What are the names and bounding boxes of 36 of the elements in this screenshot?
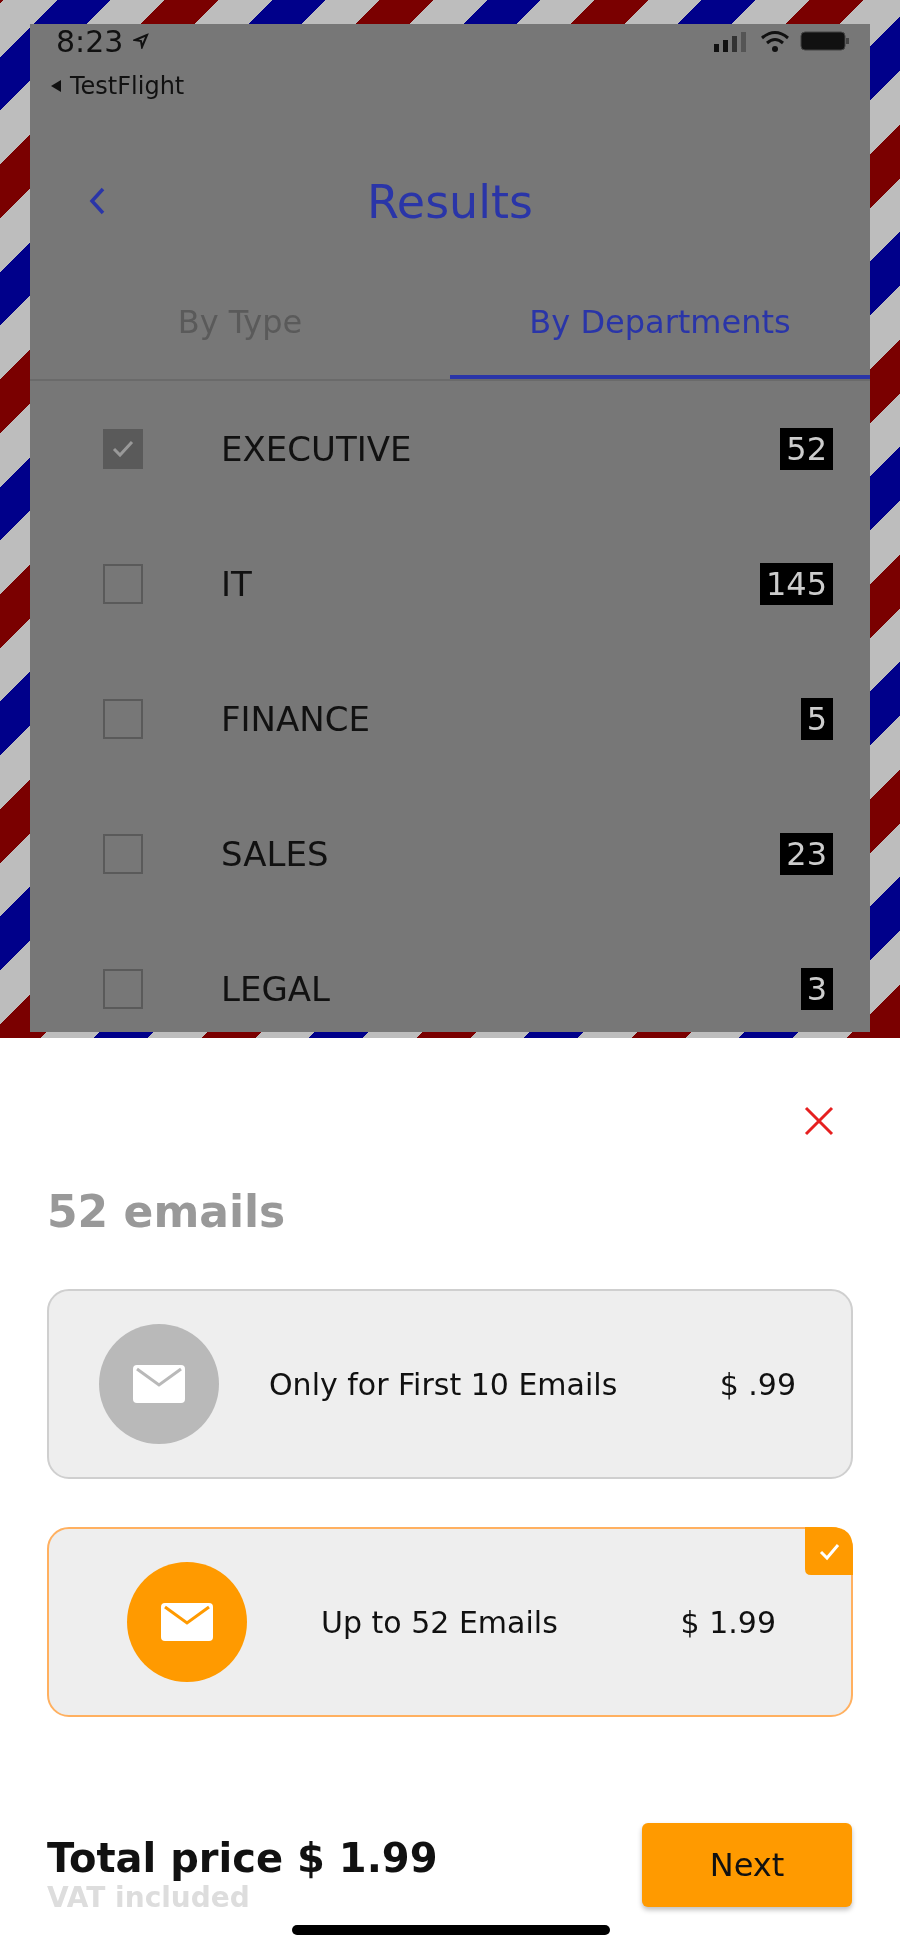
location-arrow-icon xyxy=(133,33,150,49)
option-price: $ 1.99 xyxy=(680,1604,776,1640)
checkbox[interactable] xyxy=(103,698,143,739)
count-badge: 52 xyxy=(780,427,833,470)
envelope-icon xyxy=(133,1365,185,1403)
count-badge: 23 xyxy=(780,832,833,875)
checkbox[interactable] xyxy=(103,833,143,874)
wifi-icon xyxy=(760,30,790,52)
sheet-title: 52 emails xyxy=(47,1186,287,1237)
department-name: FINANCE xyxy=(221,698,371,739)
option-label: Only for First 10 Emails xyxy=(269,1366,619,1402)
checkbox[interactable] xyxy=(103,968,143,1009)
checkbox[interactable] xyxy=(103,428,143,469)
close-icon[interactable] xyxy=(802,1104,836,1138)
envelope-icon xyxy=(161,1603,213,1641)
status-time: 8:23 xyxy=(56,23,124,59)
count-badge: 3 xyxy=(800,967,833,1010)
count-badge: 145 xyxy=(759,562,833,605)
option-price: $ .99 xyxy=(719,1366,796,1402)
back-triangle-icon xyxy=(50,79,62,93)
checkbox[interactable] xyxy=(103,563,143,604)
back-icon[interactable] xyxy=(88,186,106,216)
department-name: SALES xyxy=(221,833,330,874)
screen-title: Results xyxy=(366,174,534,229)
department-name: EXECUTIVE xyxy=(221,428,413,469)
check-badge-icon xyxy=(805,1527,853,1575)
total-price: Total price $ 1.99 xyxy=(47,1835,438,1881)
plan-option[interactable]: Up to 52 Emails $ 1.99 xyxy=(47,1527,853,1717)
department-name: IT xyxy=(221,563,253,604)
count-badge: 5 xyxy=(800,697,833,740)
battery-icon xyxy=(800,30,850,52)
back-to-app-link[interactable]: TestFlight xyxy=(50,72,185,100)
next-button[interactable]: Next xyxy=(642,1823,852,1907)
option-label: Up to 52 Emails xyxy=(321,1604,559,1640)
department-name: LEGAL xyxy=(221,968,331,1009)
plan-option[interactable]: Only for First 10 Emails $ .99 xyxy=(47,1289,853,1479)
